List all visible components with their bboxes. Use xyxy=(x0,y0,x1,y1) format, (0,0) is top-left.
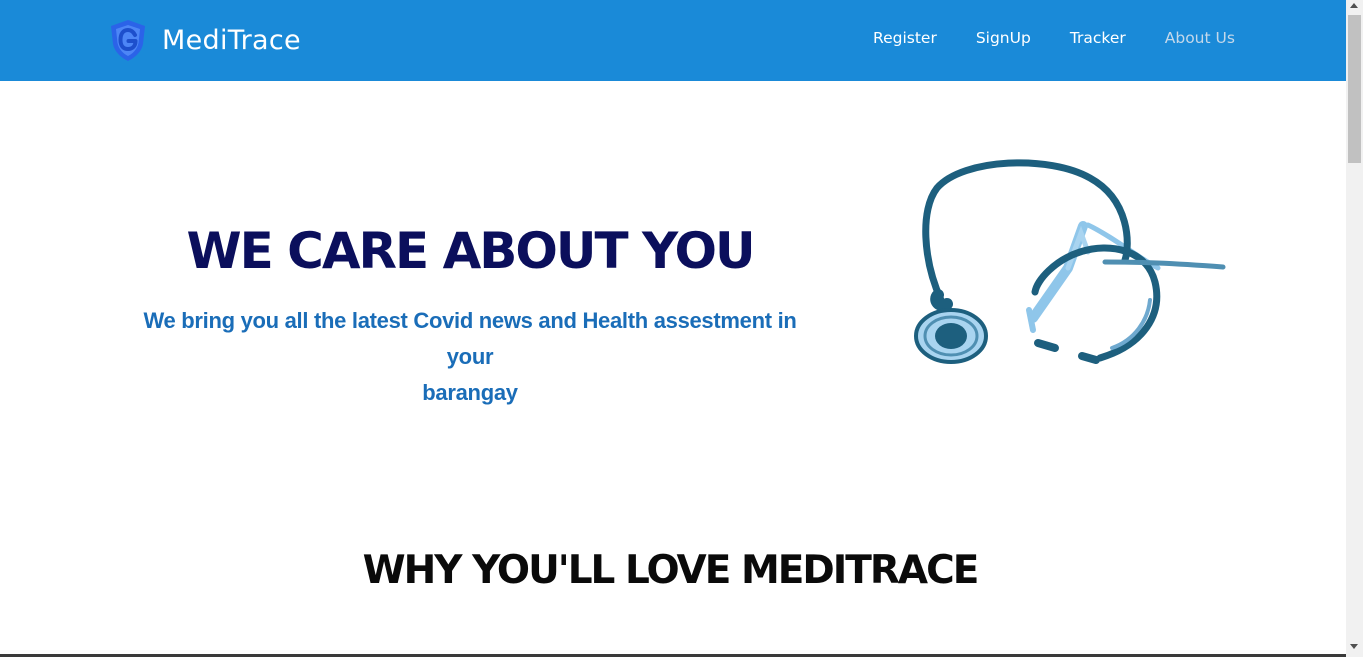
main-nav: Register SignUp Tracker About Us xyxy=(873,29,1235,47)
hero-title: WE CARE ABOUT YOU xyxy=(186,222,755,280)
nav-signup-link[interactable]: SignUp xyxy=(976,29,1031,47)
scroll-up-arrow-icon[interactable] xyxy=(1350,3,1358,8)
scroll-down-arrow-icon[interactable] xyxy=(1350,644,1358,649)
brand-name: MediTrace xyxy=(162,24,301,56)
nav-tracker-link[interactable]: Tracker xyxy=(1070,29,1126,47)
brand[interactable]: MediTrace xyxy=(108,18,301,62)
hero-subtitle: We bring you all the latest Covid news a… xyxy=(120,303,820,411)
stethoscope-icon xyxy=(914,159,1226,364)
nav-about-us-link[interactable]: About Us xyxy=(1165,29,1235,47)
top-navbar: MediTrace Register SignUp Tracker About … xyxy=(0,0,1346,81)
scroll-thumb[interactable] xyxy=(1348,15,1361,163)
shield-g-icon xyxy=(111,20,145,61)
hero-subtitle-line1: We bring you all the latest Covid news a… xyxy=(143,308,797,369)
section-title: WHY YOU'LL LOVE MEDITRACE xyxy=(362,548,980,593)
hero-subtitle-line2: barangay xyxy=(422,380,518,405)
vertical-scrollbar[interactable] xyxy=(1346,0,1363,657)
nav-register-link[interactable]: Register xyxy=(873,29,937,47)
